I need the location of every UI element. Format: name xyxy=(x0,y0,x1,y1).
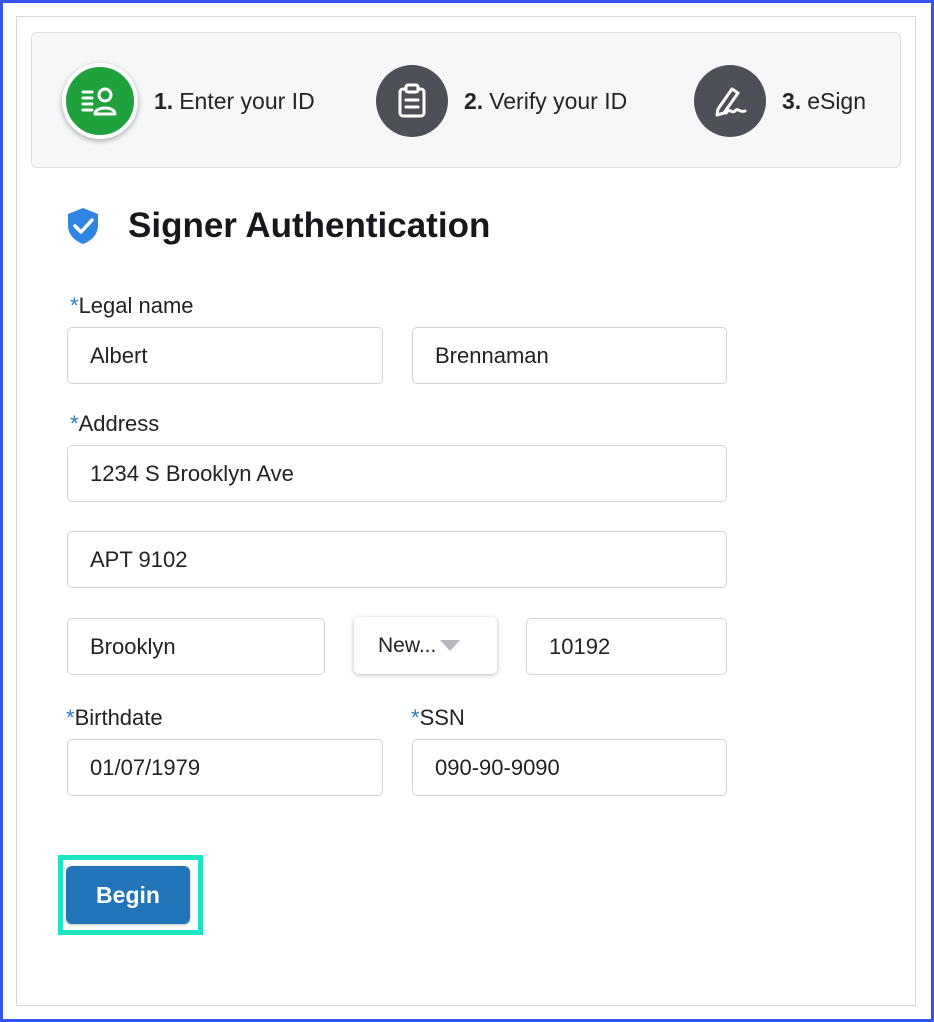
address-line1-input[interactable]: 1234 S Brooklyn Ave xyxy=(67,445,727,502)
step-3-label: 3. eSign xyxy=(782,87,867,114)
step-3-badge xyxy=(694,65,766,137)
ssn-label: *SSN xyxy=(411,705,465,730)
city-input[interactable]: Brooklyn xyxy=(67,618,325,675)
ssn-input[interactable]: 090-90-9090 xyxy=(412,739,727,796)
progress-stepper: 1. Enter your ID 2. Verify your ID 3. eS… xyxy=(31,32,901,168)
address-label: *Address xyxy=(70,411,160,436)
address-line2-input[interactable]: APT 9102 xyxy=(67,531,727,588)
page-header: Signer Authentication xyxy=(66,206,490,246)
zip-input[interactable]: 10192 xyxy=(526,618,727,675)
state-select[interactable]: New... xyxy=(354,617,497,674)
signature-pen-icon xyxy=(715,87,747,117)
page-title: Signer Authentication xyxy=(128,206,491,245)
step-1-badge xyxy=(62,63,138,139)
step-2-badge xyxy=(376,65,448,137)
clipboard-icon xyxy=(398,83,426,118)
chevron-down-icon xyxy=(440,640,461,651)
birthdate-input[interactable]: 01/07/1979 xyxy=(67,739,383,796)
step-verify-id[interactable]: 2. Verify your ID xyxy=(376,33,627,169)
first-name-input[interactable]: Albert xyxy=(67,327,383,384)
begin-button[interactable]: Begin xyxy=(66,866,190,924)
birthdate-label: *Birthdate xyxy=(66,705,163,730)
id-card-icon xyxy=(81,87,117,116)
step-1-label: 1. Enter your ID xyxy=(154,87,315,114)
last-name-input[interactable]: Brennaman xyxy=(412,327,727,384)
shield-check-icon xyxy=(68,208,98,244)
step-enter-id[interactable]: 1. Enter your ID xyxy=(62,33,315,169)
legal-name-label: *Legal name xyxy=(70,293,194,318)
step-2-label: 2. Verify your ID xyxy=(464,87,628,114)
step-esign[interactable]: 3. eSign xyxy=(694,33,866,169)
